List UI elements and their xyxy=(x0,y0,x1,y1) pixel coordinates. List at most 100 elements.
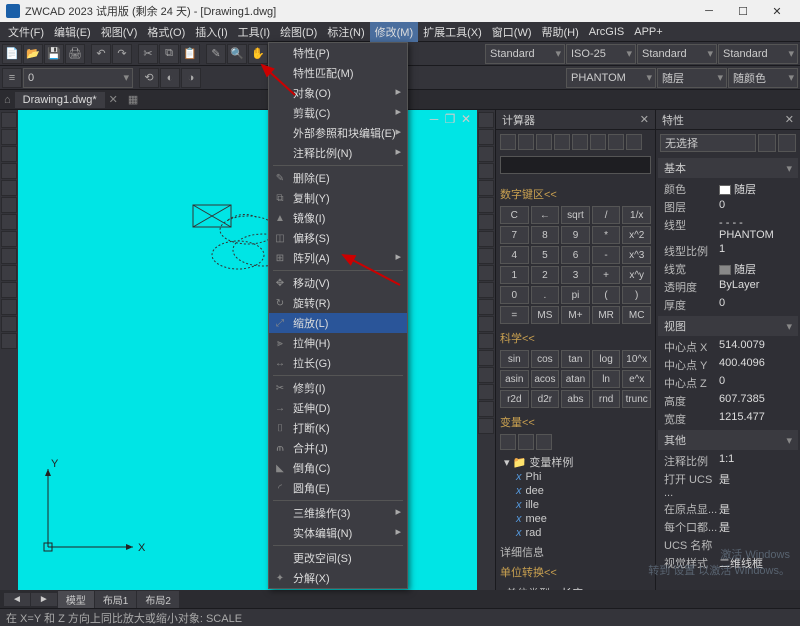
layer-icon[interactable]: ≡ xyxy=(2,68,22,88)
calc-var-icon[interactable] xyxy=(554,134,570,150)
calc-key[interactable]: 7 xyxy=(500,226,529,244)
calc-sci-key[interactable]: rnd xyxy=(592,390,621,408)
spline-icon[interactable] xyxy=(1,231,17,247)
mod1-icon[interactable] xyxy=(478,112,494,128)
tablestyle-combo[interactable]: Standard xyxy=(637,44,717,64)
menu-dropdown-item[interactable]: 对象(O) xyxy=(269,83,407,103)
menu-item[interactable]: 标注(N) xyxy=(322,22,369,42)
calc-x-icon[interactable] xyxy=(608,134,624,150)
menu-item[interactable]: 插入(I) xyxy=(190,22,232,42)
mlstyle-combo[interactable]: Standard xyxy=(718,44,798,64)
calc-key[interactable]: x^y xyxy=(622,266,651,284)
menu-dropdown-item[interactable]: ⫙合并(J) xyxy=(269,438,407,458)
arc-icon[interactable] xyxy=(1,163,17,179)
mod17-icon[interactable] xyxy=(478,384,494,400)
calc-help-icon[interactable] xyxy=(590,134,606,150)
calc-sci-key[interactable]: d2r xyxy=(531,390,560,408)
mod9-icon[interactable] xyxy=(478,248,494,264)
pan-icon[interactable]: ✋ xyxy=(248,44,268,64)
mod19-icon[interactable] xyxy=(478,418,494,434)
doc-tab[interactable]: Drawing1.dwg* xyxy=(15,92,105,108)
menu-item[interactable]: 视图(V) xyxy=(96,22,143,42)
calc-sci-key[interactable]: sin xyxy=(500,350,529,368)
calc-sci-key[interactable]: log xyxy=(592,350,621,368)
prop-row[interactable]: 透明度ByLayer xyxy=(658,278,798,296)
props-cat-other[interactable]: 其他▾ xyxy=(658,430,798,450)
plotstyle-combo[interactable]: 随颜色 xyxy=(728,68,798,88)
menu-dropdown-item[interactable]: ⧉复制(Y) xyxy=(269,188,407,208)
hatch-icon[interactable] xyxy=(1,248,17,264)
polyline-icon[interactable] xyxy=(1,129,17,145)
textstyle-combo[interactable]: Standard xyxy=(485,44,565,64)
menu-dropdown-item[interactable]: 三维操作(3) xyxy=(269,503,407,523)
calc-key[interactable]: 8 xyxy=(531,226,560,244)
layer-combo[interactable]: 0 xyxy=(23,68,133,88)
calc-key[interactable]: ( xyxy=(592,286,621,304)
point-icon[interactable] xyxy=(1,282,17,298)
mod12-icon[interactable] xyxy=(478,299,494,315)
calc-key[interactable]: MS xyxy=(531,306,560,324)
var-del-icon[interactable] xyxy=(536,434,552,450)
menu-item[interactable]: APP+ xyxy=(629,24,667,40)
var-item[interactable]: xPhi xyxy=(500,470,651,484)
menu-dropdown-item[interactable]: ◜圆角(E) xyxy=(269,478,407,498)
mod8-icon[interactable] xyxy=(478,231,494,247)
layout-nav-next[interactable]: ► xyxy=(31,593,57,606)
calc-unit-section[interactable]: 单位转换<< xyxy=(500,564,651,580)
prop-row[interactable]: 中心点 X514.0079 xyxy=(658,338,798,356)
menu-dropdown-item[interactable]: ↔拉长(G) xyxy=(269,353,407,373)
var-item[interactable]: xmee xyxy=(500,512,651,526)
menu-dropdown-item[interactable]: ⊞阵列(A) xyxy=(269,248,407,268)
save-icon[interactable]: 💾 xyxy=(44,44,64,64)
region-icon[interactable] xyxy=(1,333,17,349)
plot-icon[interactable]: 🖨 xyxy=(65,44,85,64)
calc-key[interactable]: sqrt xyxy=(561,206,590,224)
menu-dropdown-item[interactable]: ◣倒角(C) xyxy=(269,458,407,478)
calc-key[interactable]: M+ xyxy=(561,306,590,324)
paste-icon[interactable]: 📋 xyxy=(180,44,200,64)
menu-dropdown-item[interactable]: ✦分解(X) xyxy=(269,568,407,588)
prop-row[interactable]: 高度607.7385 xyxy=(658,392,798,410)
cut-icon[interactable]: ✂ xyxy=(138,44,158,64)
menu-item[interactable]: 编辑(E) xyxy=(49,22,96,42)
calc-key[interactable]: ← xyxy=(531,206,560,224)
layerprev-icon[interactable]: ⟲ xyxy=(139,68,159,88)
calc-key[interactable]: = xyxy=(500,306,529,324)
mod13-icon[interactable] xyxy=(478,316,494,332)
var-root[interactable]: ▾ 📁 变量样例 xyxy=(500,454,651,470)
var-item[interactable]: xrad xyxy=(500,526,651,540)
calc-key[interactable]: 9 xyxy=(561,226,590,244)
mod7-icon[interactable] xyxy=(478,214,494,230)
open-icon[interactable]: 📂 xyxy=(23,44,43,64)
calc-sci-key[interactable]: tan xyxy=(561,350,590,368)
calc-key[interactable]: x^3 xyxy=(622,246,651,264)
menu-item[interactable]: 格式(O) xyxy=(142,22,190,42)
menu-dropdown-item[interactable]: ✎删除(E) xyxy=(269,168,407,188)
calc-var-section[interactable]: 变量<< xyxy=(500,414,651,430)
calc-key[interactable]: - xyxy=(592,246,621,264)
prop-row[interactable]: 注释比例1:1 xyxy=(658,452,798,470)
layout-tab[interactable]: 布局2 xyxy=(137,591,179,608)
lineweight-combo[interactable]: 随层 xyxy=(657,68,727,88)
calc-key[interactable]: / xyxy=(592,206,621,224)
prop-row[interactable]: 每个口都...是 xyxy=(658,518,798,536)
layeroff-icon[interactable]: ◑ xyxy=(181,68,201,88)
menu-item[interactable]: 文件(F) xyxy=(3,22,49,42)
menu-dropdown-item[interactable]: 更改空间(S) xyxy=(269,548,407,568)
calc-sci-key[interactable]: e^x xyxy=(622,370,651,388)
prop-row[interactable]: 打开 UCS ...是 xyxy=(658,470,798,500)
calc-sci-section[interactable]: 科学<< xyxy=(500,330,651,346)
prop-row[interactable]: 中心点 Y400.4096 xyxy=(658,356,798,374)
mod18-icon[interactable] xyxy=(478,401,494,417)
ellipse-icon[interactable] xyxy=(1,214,17,230)
calc-key[interactable]: MR xyxy=(592,306,621,324)
menu-dropdown-item[interactable]: ⤢缩放(L) xyxy=(269,313,407,333)
zoom-icon[interactable]: 🔍 xyxy=(227,44,247,64)
var-edit-icon[interactable] xyxy=(518,434,534,450)
menu-item[interactable]: 扩展工具(X) xyxy=(418,22,487,42)
calc-key[interactable]: pi xyxy=(561,286,590,304)
calc-key[interactable]: ) xyxy=(622,286,651,304)
calc-paste-icon[interactable] xyxy=(536,134,552,150)
home-icon[interactable]: ⌂ xyxy=(4,94,11,106)
calc-key[interactable]: 4 xyxy=(500,246,529,264)
